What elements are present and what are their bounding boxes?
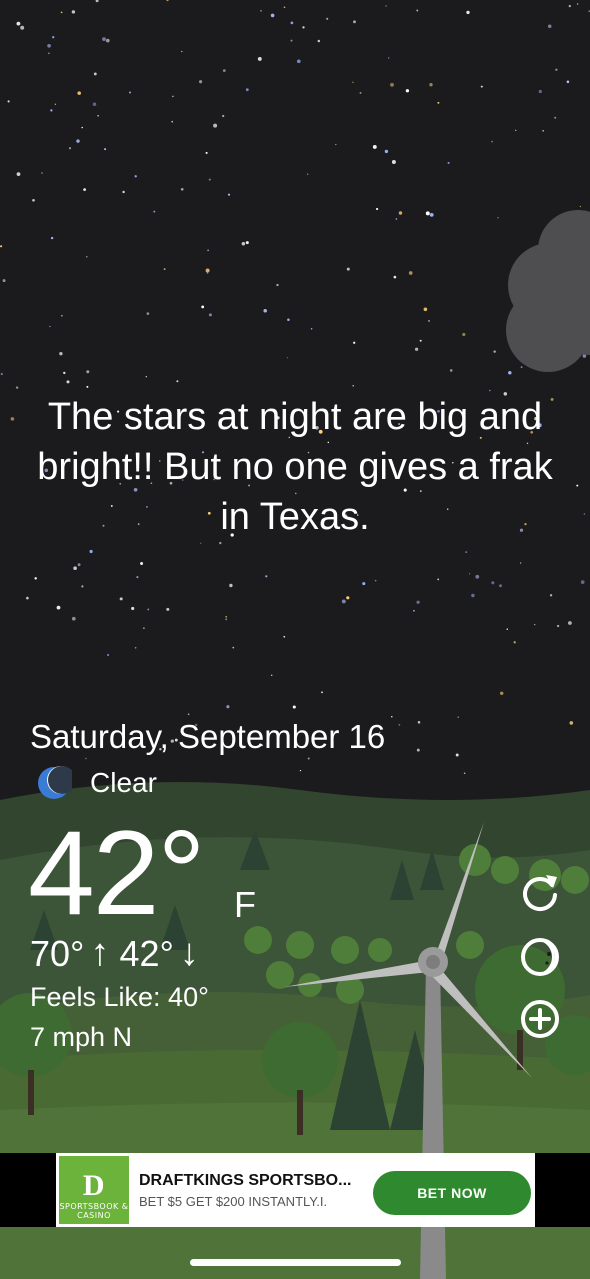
ad-logo-text: SPORTSBOOK & CASINO: [59, 1202, 129, 1220]
home-indicator[interactable]: [190, 1259, 401, 1266]
headline-quote: The stars at night are big and bright!! …: [37, 396, 553, 538]
condition-row: Clear: [36, 764, 157, 802]
weather-date: Saturday, September 16: [30, 718, 386, 755]
feels-like: Feels Like: 40°: [30, 982, 209, 1012]
arrow-down-icon: ↓: [179, 932, 199, 974]
high-temperature: 70°: [30, 932, 85, 974]
moon-theme-icon[interactable]: [519, 936, 561, 978]
moon-icon: [38, 766, 72, 799]
temperature-unit: F: [234, 884, 256, 925]
arrow-up-icon: ↑: [90, 932, 110, 974]
ad-title: DRAFTKINGS SPORTSBO...: [139, 1171, 352, 1189]
condition-label: Clear: [90, 767, 157, 798]
high-low-row: 70° ↑ 42° ↓: [30, 932, 209, 975]
draftkings-logo: D SPORTSBOOK & CASINO: [59, 1156, 129, 1224]
crown-icon: D: [82, 1169, 106, 1202]
wind-speed: 7 mph N: [30, 1022, 133, 1052]
refresh-icon[interactable]: [519, 871, 561, 913]
ad-banner[interactable]: D SPORTSBOOK & CASINO DRAFTKINGS SPORTSB…: [56, 1153, 535, 1227]
add-location-icon[interactable]: [519, 998, 561, 1040]
background-scene: [0, 0, 590, 1279]
current-temperature: 42°: [28, 806, 205, 940]
low-temperature: 42°: [119, 932, 174, 974]
ad-text: DRAFTKINGS SPORTSBO... BET $5 GET $200 I…: [139, 1172, 367, 1209]
ad-subtitle: BET $5 GET $200 INSTANTLY.I.: [139, 1193, 328, 1209]
bet-now-button[interactable]: BET NOW: [373, 1171, 531, 1215]
